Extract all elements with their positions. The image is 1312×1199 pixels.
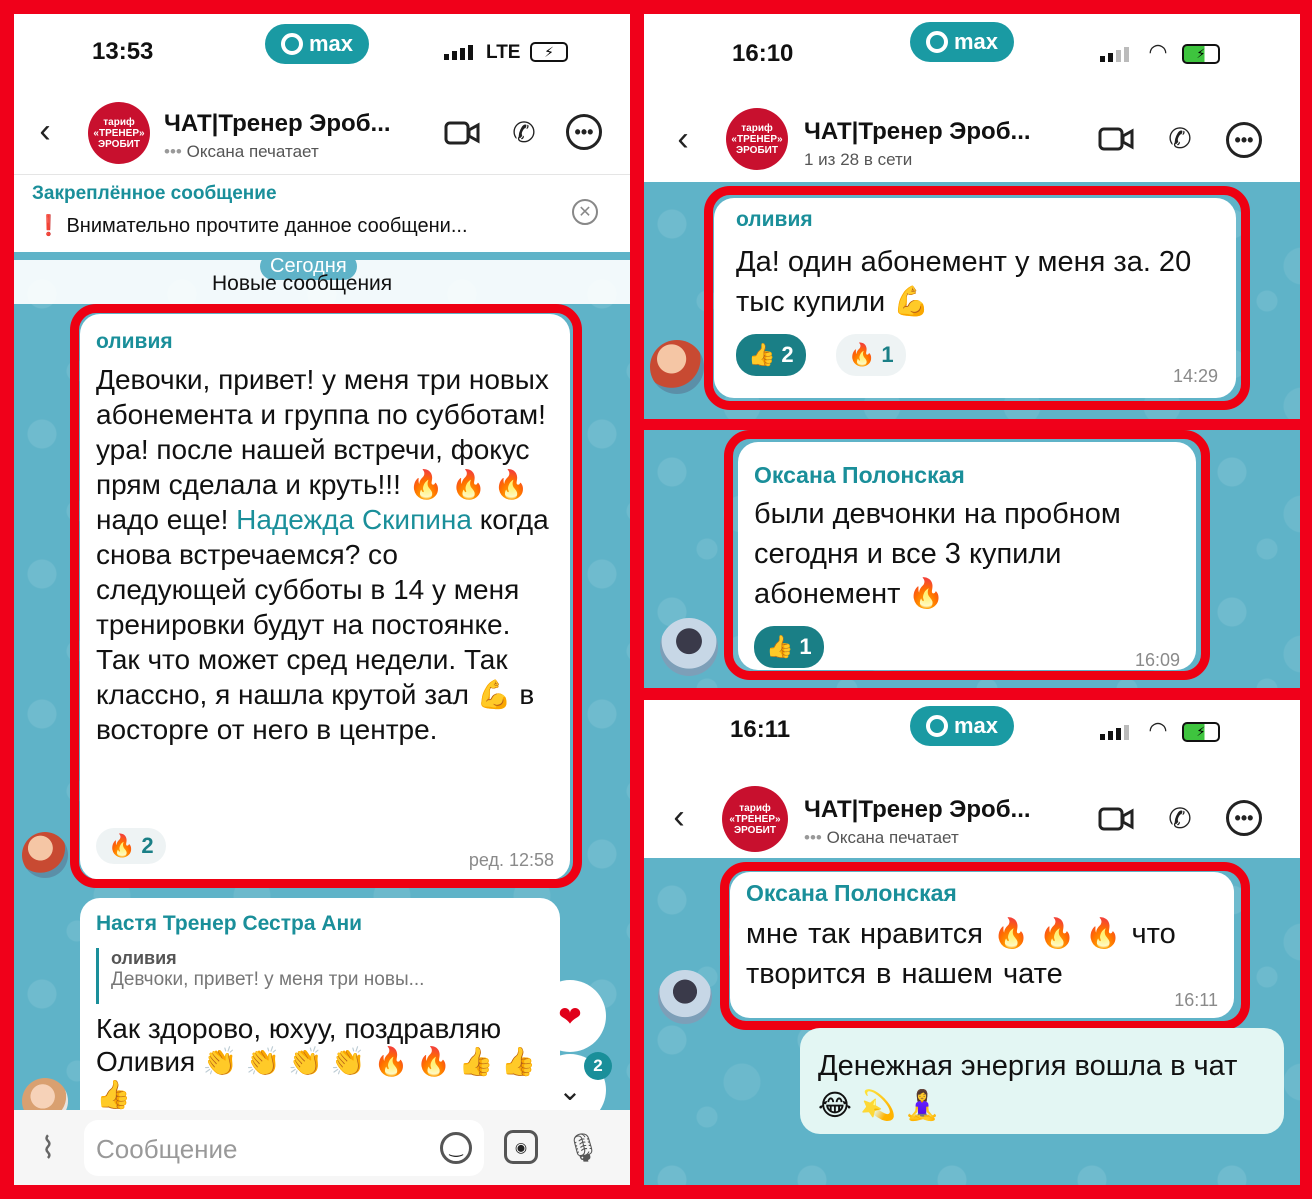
typing-status: Оксана печатает — [826, 828, 959, 847]
highlight-frame — [70, 304, 582, 888]
battery-icon: ⚡ — [1182, 44, 1220, 64]
screen-left: 13:53 max LTE ⚡ ‹ тариф «ТРЕНЕР» ЭРОБИТ … — [14, 14, 630, 1185]
chat-title[interactable]: ЧАТ|Тренер Эроб... — [804, 118, 1031, 146]
chat-area: Оксана Полонская мне так нравится 🔥 🔥 🔥 … — [644, 858, 1300, 1185]
wifi-icon: ◠ — [1148, 717, 1168, 742]
message-text: Денежная энергия вошла в чат 😂 💫 🧘‍♀️ — [818, 1050, 1238, 1122]
screen-right-middle: Оксана Полонская были девчонки на пробно… — [644, 430, 1300, 688]
signal-icon — [444, 44, 478, 60]
video-call-icon[interactable] — [1098, 124, 1134, 154]
signal-icon — [1100, 724, 1134, 740]
phone-call-icon[interactable]: ✆ — [1164, 802, 1196, 834]
message-outgoing[interactable]: Денежная энергия вошла в чат 😂 💫 🧘‍♀️ — [800, 1028, 1284, 1134]
highlight-frame — [724, 430, 1210, 680]
pinned-message-bar[interactable]: Закреплённое сообщение ❗ Внимательно про… — [14, 174, 630, 244]
app-pill-label: max — [954, 29, 999, 54]
reply-text: Девчоки, привет! у меня три новы... — [111, 969, 425, 990]
app-pill: max — [910, 706, 1015, 746]
signal-icon — [1100, 46, 1134, 62]
screen-right-top: 16:10 max ◠ ⚡ ‹ тариф «ТРЕНЕР» ЭРОБИТ ЧА… — [644, 14, 1300, 419]
unread-badge: 2 — [584, 1052, 612, 1080]
more-options-icon[interactable]: ••• — [1226, 800, 1262, 836]
more-options-icon[interactable]: ••• — [566, 114, 602, 150]
chat-avatar[interactable]: тариф «ТРЕНЕР» ЭРОБИТ — [726, 108, 788, 170]
chat-status: 1 из 28 в сети — [804, 150, 913, 169]
user-avatar-oksana[interactable] — [658, 970, 712, 1024]
message-input[interactable]: Сообщение ‿ — [84, 1120, 484, 1176]
more-options-icon[interactable]: ••• — [1226, 122, 1262, 158]
battery-icon: ⚡ — [1182, 722, 1220, 742]
chat-status: ••• Оксана печатает — [804, 828, 959, 847]
new-messages-label: Новые сообщения — [212, 272, 393, 295]
screen-right-bottom: 16:11 max ◠ ⚡ ‹ тариф «ТРЕНЕР» ЭРОБИТ ЧА… — [644, 700, 1300, 1185]
battery-icon: ⚡ — [530, 42, 568, 62]
back-arrow-icon[interactable]: ‹ — [662, 798, 696, 836]
user-avatar-oksana[interactable] — [660, 618, 718, 676]
heart-icon: ❤ — [558, 1000, 582, 1032]
heart-reaction-button[interactable]: ❤ — [534, 980, 606, 1052]
app-pill: max — [910, 22, 1015, 62]
camera-icon[interactable]: ◉ — [504, 1130, 538, 1164]
pinned-title: Закреплённое сообщение — [32, 183, 277, 204]
input-bar: ⌇ Сообщение ‿ ◉ 🎙 — [14, 1110, 630, 1185]
back-arrow-icon[interactable]: ‹ — [666, 120, 700, 158]
status-time: 16:11 — [730, 716, 791, 743]
video-call-icon[interactable] — [1098, 804, 1134, 834]
microphone-icon[interactable]: 🎙 — [565, 1128, 601, 1166]
reply-quote[interactable]: оливия Девчоки, привет! у меня три новы.… — [96, 948, 536, 1004]
chat-status: ••• Оксана печатает — [164, 142, 319, 161]
network-label: LTE — [486, 42, 521, 63]
app-pill-label: max — [954, 713, 999, 738]
chevron-down-icon: ⌄ — [558, 1074, 582, 1106]
wifi-icon: ◠ — [1148, 39, 1168, 64]
back-arrow-icon[interactable]: ‹ — [28, 112, 62, 150]
max-logo-icon — [281, 33, 303, 55]
user-avatar-olivia[interactable] — [22, 832, 68, 878]
user-avatar-olivia[interactable] — [650, 340, 704, 394]
input-placeholder: Сообщение — [96, 1134, 238, 1164]
phone-call-icon[interactable]: ✆ — [508, 116, 540, 148]
phone-call-icon[interactable]: ✆ — [1164, 122, 1196, 154]
app-pill: max — [265, 24, 370, 64]
highlight-frame — [704, 186, 1250, 410]
status-time: 16:10 — [732, 40, 794, 67]
chat-area: Сегодня Новые сообщения оливия Девочки, … — [14, 252, 630, 1110]
emoji-icon[interactable]: ‿ — [440, 1132, 472, 1164]
video-call-icon[interactable] — [444, 118, 480, 148]
app-pill-label: max — [309, 31, 354, 56]
user-avatar-nastya[interactable] — [22, 1078, 68, 1110]
reply-author: оливия — [111, 948, 177, 968]
typing-status: Оксана печатает — [186, 142, 319, 161]
chat-avatar[interactable]: тариф «ТРЕНЕР» ЭРОБИТ — [88, 102, 150, 164]
status-time: 13:53 — [92, 38, 154, 65]
chat-title[interactable]: ЧАТ|Тренер Эроб... — [804, 796, 1031, 824]
message-text: Как здорово, юхуу, поздравляю Оливия 👏 👏… — [96, 1013, 537, 1110]
message-nastya[interactable]: Настя Тренер Сестра Ани оливия Девчоки, … — [80, 898, 560, 1110]
attach-icon[interactable]: ⌇ — [32, 1130, 64, 1166]
max-logo-icon — [926, 715, 948, 737]
chat-title[interactable]: ЧАТ|Тренер Эроб... — [164, 110, 391, 138]
highlight-frame — [720, 862, 1250, 1030]
chat-area: оливия Да! один абонемент у меня за. 20 … — [644, 182, 1300, 419]
close-pinned-icon[interactable]: ✕ — [572, 199, 598, 225]
pinned-text-label: Внимательно прочтите данное сообщени... — [66, 215, 468, 237]
chat-avatar[interactable]: тариф «ТРЕНЕР» ЭРОБИТ — [722, 786, 788, 852]
exclamation-icon: ❗ — [36, 215, 61, 237]
pinned-text: ❗ Внимательно прочтите данное сообщени..… — [36, 213, 468, 238]
max-logo-icon — [926, 31, 948, 53]
message-author: Настя Тренер Сестра Ани — [96, 912, 363, 935]
